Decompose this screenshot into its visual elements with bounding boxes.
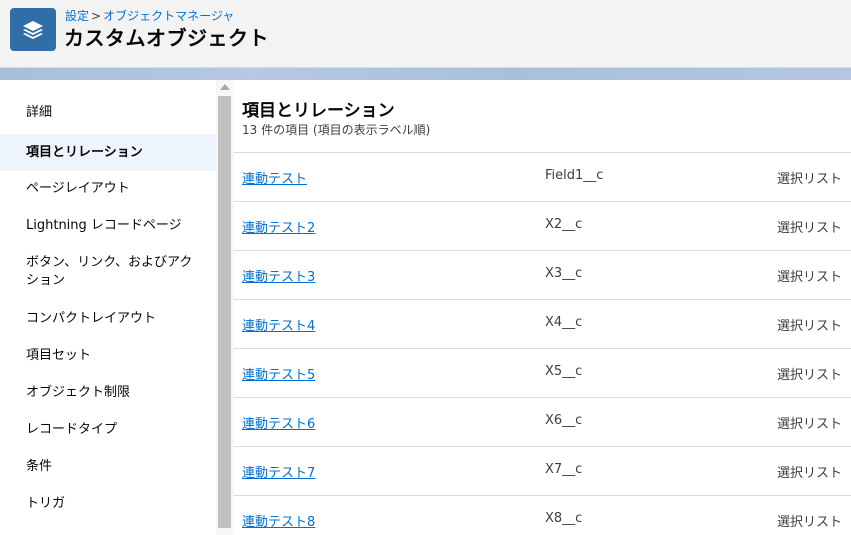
- scroll-up-arrow-icon[interactable]: [220, 84, 230, 90]
- field-data-type: 選択リスト: [777, 172, 843, 187]
- sidebar-item-label: コンパクトレイアウト: [26, 311, 157, 326]
- table-row: 連動テスト4 X4__c 選択リスト: [234, 300, 851, 349]
- field-data-type: 選択リスト: [777, 319, 843, 334]
- field-api-name: X2__c: [545, 217, 583, 232]
- field-data-type: 選択リスト: [777, 221, 843, 236]
- table-row: 連動テスト3 X3__c 選択リスト: [234, 251, 851, 300]
- field-data-type: 選択リスト: [777, 466, 843, 481]
- sidebar-item-lightning-record-pages[interactable]: Lightning レコードページ: [0, 215, 216, 237]
- sidebar-item-page-layouts[interactable]: ページレイアウト: [0, 178, 216, 200]
- field-label-link[interactable]: 連動テスト4: [242, 315, 315, 334]
- field-api-name: Field1__c: [545, 168, 604, 183]
- sidebar-item-conditions[interactable]: 条件: [0, 456, 216, 478]
- sidebar-item-label: ページレイアウト: [26, 181, 130, 196]
- field-label-link[interactable]: 連動テスト6: [242, 413, 315, 432]
- table-row: 連動テスト5 X5__c 選択リスト: [234, 349, 851, 398]
- page-title: カスタムオブジェクト: [64, 26, 269, 50]
- breadcrumb-object-manager-link[interactable]: オブジェクトマネージャ: [103, 9, 234, 23]
- sidebar-item-triggers[interactable]: トリガ: [0, 493, 216, 515]
- field-api-name: X3__c: [545, 266, 583, 281]
- sidebar-item-field-sets[interactable]: 項目セット: [0, 345, 216, 367]
- sidebar-item-label: 項目セット: [26, 348, 92, 363]
- layers-icon: [10, 8, 56, 51]
- breadcrumb-setup-link[interactable]: 設定: [65, 9, 89, 23]
- sidebar-item-object-limits[interactable]: オブジェクト制限: [0, 382, 216, 404]
- section-subtitle: 13 件の項目 (項目の表示ラベル順): [242, 123, 431, 137]
- sidebar-item-record-types[interactable]: レコードタイプ: [0, 419, 216, 441]
- field-data-type: 選択リスト: [777, 368, 843, 383]
- sidebar-scrollbar-thumb[interactable]: [218, 96, 231, 528]
- page-header: 設定 > オブジェクトマネージャ カスタムオブジェクト: [0, 0, 851, 68]
- table-row: 連動テスト Field1__c 選択リスト: [234, 153, 851, 202]
- field-api-name: X8__c: [545, 511, 583, 526]
- table-row: 連動テスト8 X8__c 選択リスト: [234, 496, 851, 535]
- field-data-type: 選択リスト: [777, 270, 843, 285]
- sidebar-item-details[interactable]: 詳細: [0, 104, 216, 122]
- sidebar-nav: 詳細 項目とリレーション ページレイアウト Lightning レコードページ …: [0, 80, 216, 535]
- sidebar-item-label: 条件: [26, 459, 53, 474]
- section-title: 項目とリレーション: [242, 101, 395, 121]
- field-api-name: X7__c: [545, 462, 583, 477]
- field-label-link[interactable]: 連動テスト2: [242, 217, 315, 236]
- field-label-link[interactable]: 連動テスト3: [242, 266, 315, 285]
- sidebar-item-label: トリガ: [26, 496, 66, 511]
- sidebar-item-label: Lightning レコードページ: [26, 218, 182, 233]
- field-label-link[interactable]: 連動テスト8: [242, 511, 315, 530]
- table-row: 連動テスト2 X2__c 選択リスト: [234, 202, 851, 251]
- sidebar-item-label: 項目とリレーション: [26, 144, 143, 160]
- sidebar-item-label: レコードタイプ: [26, 422, 118, 437]
- table-row: 連動テスト6 X6__c 選択リスト: [234, 398, 851, 447]
- field-label-link[interactable]: 連動テスト: [242, 168, 307, 187]
- field-api-name: X6__c: [545, 413, 583, 428]
- field-api-name: X4__c: [545, 315, 583, 330]
- header-decorative-band: [0, 68, 851, 80]
- field-data-type: 選択リスト: [777, 417, 843, 432]
- sidebar-item-compact-layouts[interactable]: コンパクトレイアウト: [0, 308, 216, 330]
- sidebar-item-label: オブジェクト制限: [26, 385, 131, 400]
- fields-relationships-panel: 項目とリレーション 13 件の項目 (項目の表示ラベル順) 連動テスト Fiel…: [234, 80, 851, 535]
- sidebar-item-label: 詳細: [26, 105, 53, 120]
- field-api-name: X5__c: [545, 364, 583, 379]
- sidebar-item-fields-relationships[interactable]: 項目とリレーション: [0, 134, 216, 171]
- breadcrumb-separator: >: [91, 9, 102, 23]
- field-data-type: 選択リスト: [777, 515, 843, 530]
- table-row: 連動テスト7 X7__c 選択リスト: [234, 447, 851, 496]
- sidebar-item-label: ボタン、リンク、およびアクション: [26, 255, 193, 288]
- sidebar-item-buttons-links-actions[interactable]: ボタン、リンク、およびアクション: [0, 252, 200, 292]
- field-label-link[interactable]: 連動テスト7: [242, 462, 315, 481]
- field-label-link[interactable]: 連動テスト5: [242, 364, 315, 383]
